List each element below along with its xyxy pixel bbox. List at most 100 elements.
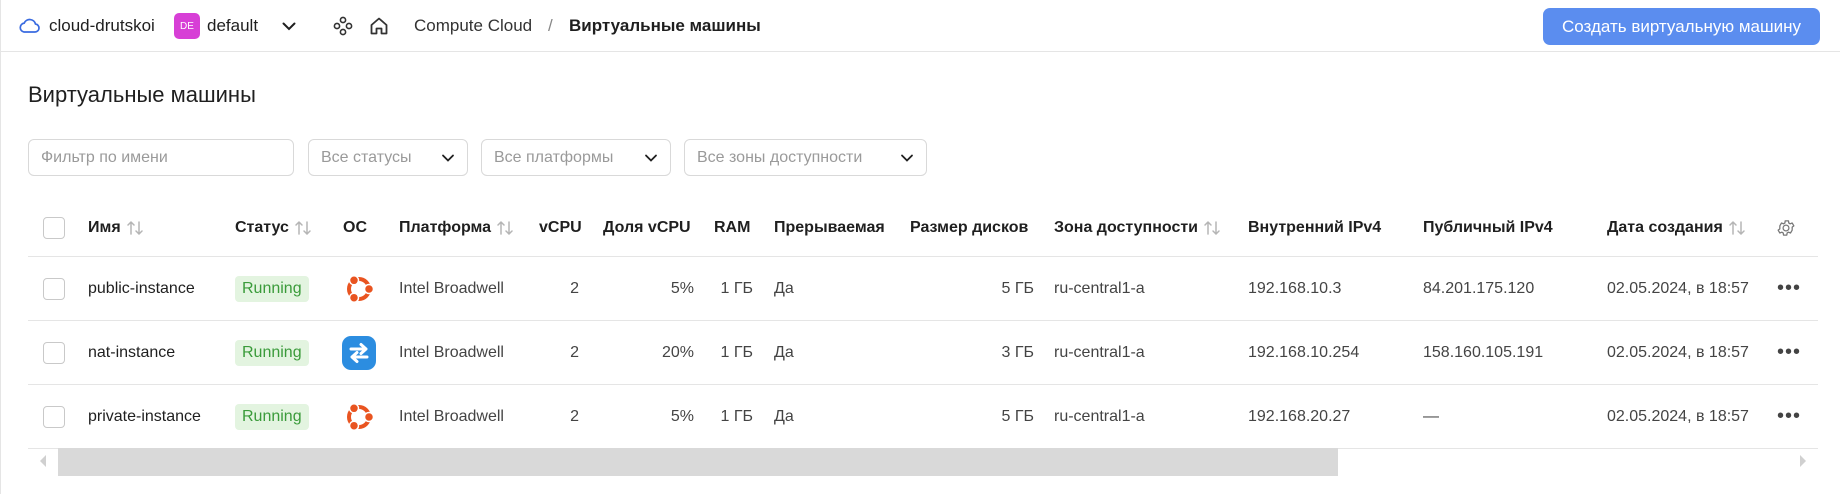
folder-chevron-down-icon[interactable]: [279, 0, 299, 52]
breadcrumb-separator: /: [548, 16, 553, 35]
col-header-name-label: Имя: [88, 219, 121, 236]
vm-name-link[interactable]: public-instance: [88, 257, 195, 320]
breadcrumb-current: Виртуальные машины: [569, 16, 761, 35]
chevron-down-icon: [645, 154, 657, 162]
row-checkbox[interactable]: [43, 341, 65, 364]
sort-icon[interactable]: [1203, 220, 1221, 236]
row-select-cell: [43, 257, 65, 320]
sort-icon[interactable]: [126, 220, 144, 236]
table-row[interactable]: nat-instance Running Intel Broadwell 2 2…: [28, 321, 1818, 385]
col-header-status[interactable]: Статус: [235, 200, 312, 256]
zone-cell: ru-central1-a: [1054, 279, 1145, 297]
zone-cell: ru-central1-a: [1054, 343, 1145, 361]
col-header-created[interactable]: Дата создания: [1607, 200, 1746, 256]
table-settings-gear-icon[interactable]: [1776, 200, 1796, 256]
preemptible-cell: Да: [774, 343, 794, 361]
platform-cell: Intel Broadwell: [399, 279, 504, 297]
ubuntu-icon: [342, 257, 376, 320]
sort-icon[interactable]: [496, 220, 514, 236]
ram-cell: 1 ГБ: [720, 343, 753, 361]
public-ip-cell: —: [1423, 407, 1439, 425]
col-header-zone[interactable]: Зона доступности: [1054, 200, 1221, 256]
col-header-name[interactable]: Имя: [88, 200, 144, 256]
horizontal-scrollbar[interactable]: [28, 446, 1818, 476]
sort-icon[interactable]: [294, 220, 312, 236]
name-filter[interactable]: [28, 139, 294, 176]
vcpu-share-cell: 20%: [661, 343, 694, 361]
cloud-name[interactable]: cloud-drutskoi: [49, 0, 155, 52]
scroll-left-arrow-icon[interactable]: [38, 454, 48, 468]
status-filter-value: Все статусы: [321, 148, 412, 166]
status-filter-select[interactable]: Все статусы: [308, 139, 468, 176]
internal-ip-cell: 192.168.10.254: [1248, 343, 1360, 361]
col-header-vcpu-share: Доля vCPU: [603, 219, 691, 236]
platform-filter-value: Все платформы: [494, 148, 614, 166]
cloud-icon: [17, 0, 41, 52]
col-header-vcpu: vCPU: [539, 219, 582, 236]
col-header-os: ОС: [343, 219, 367, 236]
status-cell: Running: [235, 321, 309, 384]
vcpu-share-cell: 5%: [670, 407, 694, 425]
ubuntu-icon: [342, 385, 376, 448]
status-cell: Running: [235, 257, 309, 320]
folder-badge: DE: [174, 13, 200, 39]
disk-size-cell: 3 ГБ: [1001, 343, 1034, 361]
folder-name[interactable]: default: [207, 0, 258, 52]
page-title: Виртуальные машины: [28, 82, 256, 107]
vm-name-link[interactable]: nat-instance: [88, 321, 175, 384]
col-header-platform[interactable]: Платформа: [399, 200, 514, 256]
status-badge: Running: [235, 339, 309, 366]
created-cell: 02.05.2024, в 18:57: [1607, 343, 1749, 361]
select-all-checkbox[interactable]: [43, 217, 65, 239]
nat-icon: [342, 321, 376, 384]
created-cell: 02.05.2024, в 18:57: [1607, 407, 1749, 425]
preemptible-cell: Да: [774, 279, 794, 297]
status-badge: Running: [235, 275, 309, 302]
chevron-down-icon: [901, 154, 913, 162]
zone-filter-select[interactable]: Все зоны доступности: [684, 139, 927, 176]
col-header-status-label: Статус: [235, 219, 289, 236]
created-cell: 02.05.2024, в 18:57: [1607, 279, 1749, 297]
table-row[interactable]: private-instance Running Intel Broadwell…: [28, 385, 1818, 449]
sort-icon[interactable]: [1728, 220, 1746, 236]
status-badge: Running: [235, 403, 309, 430]
row-actions-more-icon[interactable]: •••: [1777, 321, 1801, 384]
col-header-internal-ip: Внутренний IPv4: [1248, 219, 1382, 236]
platform-cell: Intel Broadwell: [399, 343, 504, 361]
row-actions-more-icon[interactable]: •••: [1777, 257, 1801, 320]
row-select-cell: [43, 321, 65, 384]
col-header-ram: RAM: [714, 219, 751, 236]
scrollbar-thumb[interactable]: [58, 448, 1338, 476]
name-filter-input[interactable]: [41, 148, 293, 167]
services-icon[interactable]: [331, 0, 355, 52]
platform-filter-select[interactable]: Все платформы: [481, 139, 671, 176]
col-header-public-ip: Публичный IPv4: [1423, 219, 1553, 236]
scroll-right-arrow-icon[interactable]: [1798, 454, 1808, 468]
platform-cell: Intel Broadwell: [399, 407, 504, 425]
disk-size-cell: 5 ГБ: [1001, 279, 1034, 297]
row-checkbox[interactable]: [43, 405, 65, 428]
internal-ip-cell: 192.168.20.27: [1248, 407, 1351, 425]
breadcrumb-compute-cloud[interactable]: Compute Cloud: [414, 0, 532, 52]
vcpu-cell: 2: [570, 407, 579, 425]
internal-ip-cell: 192.168.10.3: [1248, 279, 1342, 297]
row-select-cell: [43, 385, 65, 448]
preemptible-cell: Да: [774, 407, 794, 425]
vcpu-share-cell: 5%: [670, 279, 694, 297]
zone-filter-value: Все зоны доступности: [697, 148, 863, 166]
col-header-preemptible: Прерываемая: [774, 219, 885, 236]
vcpu-cell: 2: [570, 343, 579, 361]
create-vm-button[interactable]: Создать виртуальную машину: [1543, 8, 1820, 45]
row-checkbox[interactable]: [43, 277, 65, 300]
vcpu-cell: 2: [570, 279, 579, 297]
row-actions-more-icon[interactable]: •••: [1777, 385, 1801, 448]
table-row[interactable]: public-instance Running Intel Broadwell …: [28, 257, 1818, 321]
ram-cell: 1 ГБ: [720, 279, 753, 297]
table-header-row: Имя Статус ОС Платформа vCPU Доля vCPU R…: [28, 200, 1818, 257]
disk-size-cell: 5 ГБ: [1001, 407, 1034, 425]
home-icon[interactable]: [367, 0, 391, 52]
zone-cell: ru-central1-a: [1054, 407, 1145, 425]
status-cell: Running: [235, 385, 309, 448]
col-header-created-label: Дата создания: [1607, 219, 1723, 236]
vm-name-link[interactable]: private-instance: [88, 385, 201, 448]
